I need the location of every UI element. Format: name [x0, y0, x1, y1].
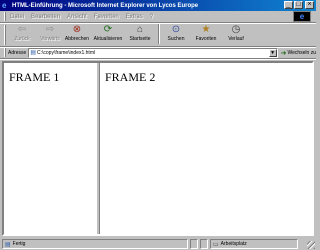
search-label: Suchen [167, 36, 185, 42]
address-url[interactable]: C:\copy\frame\index1.html [37, 50, 95, 56]
minimize-button[interactable]: _ [284, 1, 293, 9]
back-button[interactable]: ⇦ Zurück [9, 24, 35, 45]
address-bar-grip[interactable] [4, 48, 6, 57]
stop-icon: ⊗ [72, 24, 82, 35]
resize-grip[interactable] [307, 241, 315, 249]
search-button[interactable]: ⊙ Suchen [163, 24, 189, 45]
close-button[interactable]: × [305, 1, 314, 9]
stop-label: Abbrechen [64, 36, 90, 42]
status-zone-pane: ▭ Arbeitsplatz [210, 239, 298, 249]
favorites-icon: ★ [201, 24, 211, 35]
frame-1-text: FRAME 1 [9, 70, 60, 84]
toolbar-grip[interactable] [4, 25, 6, 45]
home-icon: ⌂ [136, 24, 144, 35]
menu-ansicht[interactable]: Ansicht [67, 14, 87, 20]
history-button[interactable]: ◷ Verlauf [223, 24, 249, 45]
home-button[interactable]: ⌂ Startseite [127, 24, 153, 45]
frame-2-text: FRAME 2 [105, 70, 156, 84]
back-arrow-icon: ⇦ [17, 24, 27, 35]
title-bar[interactable]: e HTML-Einführung - Microsoft Internet E… [0, 0, 316, 11]
history-icon: ◷ [231, 24, 241, 35]
menu-extras[interactable]: Extras [126, 14, 143, 20]
frame-right[interactable]: FRAME 2 [100, 63, 312, 234]
menu-bar-grip[interactable] [4, 12, 6, 21]
computer-icon: ▭ [213, 241, 219, 248]
page-done-icon: ▤ [5, 241, 11, 248]
menu-help[interactable]: ? [150, 14, 153, 20]
favorites-label: Favoriten [195, 36, 217, 42]
home-label: Startseite [129, 36, 151, 42]
standard-toolbar: ⇦ Zurück ⇨ Vorwärts ⊗ Abbrechen ⟳ Aktual… [0, 24, 316, 46]
history-label: Verlauf [228, 36, 244, 42]
toolbar-separator [158, 24, 160, 44]
window-controls: _ □ × [283, 1, 314, 9]
status-bar: ▤ Fertig ▭ Arbeitsplatz [0, 238, 316, 250]
status-pane-2 [200, 239, 208, 249]
go-label: Wechseln zu [287, 49, 316, 56]
status-text: Fertig [12, 241, 26, 247]
stop-button[interactable]: ⊗ Abbrechen [65, 24, 89, 45]
page-icon: ▤ [30, 50, 37, 56]
forward-arrow-icon: ⇨ [45, 24, 55, 35]
refresh-button[interactable]: ⟳ Aktualisieren [91, 24, 125, 45]
menu-bar: Datei Bearbeiten Ansicht Favoriten Extra… [0, 11, 316, 22]
page-content: FRAME 1 FRAME 2 [2, 61, 314, 236]
forward-button[interactable]: ⇨ Vorwärts [37, 24, 63, 45]
address-content-divider [0, 58, 316, 60]
status-main-pane: ▤ Fertig [2, 239, 188, 249]
status-zone: Arbeitsplatz [220, 241, 247, 247]
frame-left[interactable]: FRAME 1 [4, 63, 96, 234]
window-title: HTML-Einführung - Microsoft Internet Exp… [12, 2, 199, 9]
address-label: Adresse [8, 49, 27, 56]
address-input[interactable]: ▤ C:\copy\frame\index1.html ▼ [28, 47, 278, 58]
address-dropdown-button[interactable]: ▼ [268, 48, 277, 57]
refresh-icon: ⟳ [103, 24, 113, 35]
go-arrow-icon: ➜ [280, 49, 287, 57]
refresh-label: Aktualisieren [93, 36, 123, 42]
maximize-button[interactable]: □ [294, 1, 303, 9]
menu-datei[interactable]: Datei [10, 14, 24, 20]
go-button[interactable]: ➜ Wechseln zu [281, 49, 316, 57]
search-icon: ⊙ [171, 24, 181, 35]
address-bar: Adresse ▤ C:\copy\frame\index1.html ▼ ➜ … [0, 47, 316, 58]
internet-explorer-icon: e [2, 0, 7, 10]
favorites-button[interactable]: ★ Favoriten [191, 24, 221, 45]
forward-label: Vorwärts [40, 36, 60, 42]
menu-favoriten[interactable]: Favoriten [94, 14, 119, 20]
menu-bearbeiten[interactable]: Bearbeiten [31, 14, 60, 20]
ie-throbber-logo-icon: e [293, 11, 311, 22]
back-label: Zurück [14, 36, 30, 42]
status-pane-1 [190, 239, 198, 249]
